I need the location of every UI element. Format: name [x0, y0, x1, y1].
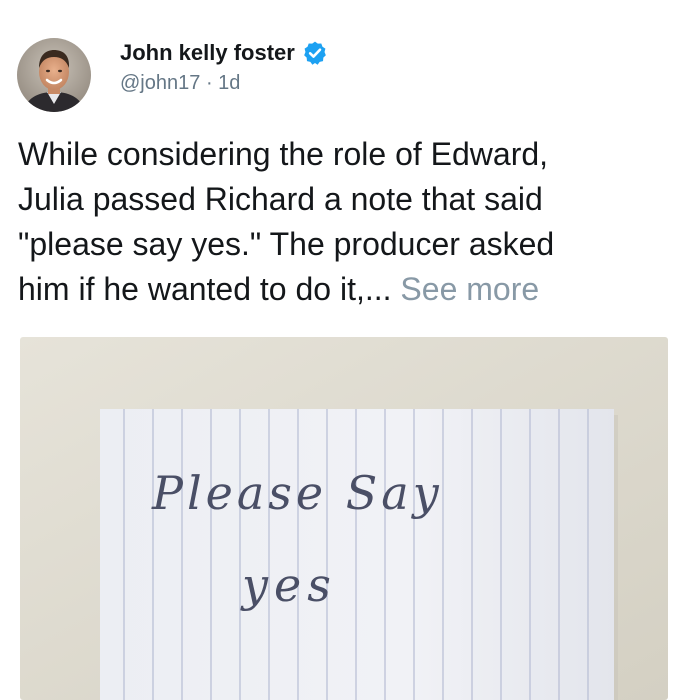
- post-text-fragment: him if he wanted to do it,...: [18, 271, 392, 307]
- post-time[interactable]: 1d: [218, 72, 240, 94]
- note-text-line-2: yes: [240, 558, 337, 612]
- post-text: While considering the role of Edward, Ju…: [18, 132, 688, 312]
- avatar[interactable]: [17, 38, 91, 112]
- post-meta: @john17 · 1d: [120, 72, 240, 95]
- post-card: John kelly foster @john17 · 1d While con…: [0, 0, 700, 700]
- post-text-line: While considering the role of Edward,: [18, 136, 549, 172]
- author-name[interactable]: John kelly foster: [120, 40, 295, 66]
- post-text-line-last: him if he wanted to do it,... See more: [18, 267, 688, 312]
- post-text-line: Julia passed Richard a note that said: [18, 181, 543, 217]
- avatar-image: [17, 38, 91, 112]
- see-more-link[interactable]: See more: [400, 271, 539, 307]
- verified-badge-icon: [302, 40, 328, 66]
- meta-separator: ·: [205, 72, 213, 94]
- post-text-line: "please say yes." The producer asked: [18, 226, 555, 262]
- note-photo-image: Please Say yes: [20, 337, 668, 700]
- note-text-line-1: Please Say: [151, 466, 443, 520]
- post-photo[interactable]: Please Say yes: [20, 337, 668, 700]
- author-handle[interactable]: @john17: [120, 72, 200, 94]
- author-row: John kelly foster: [120, 38, 328, 68]
